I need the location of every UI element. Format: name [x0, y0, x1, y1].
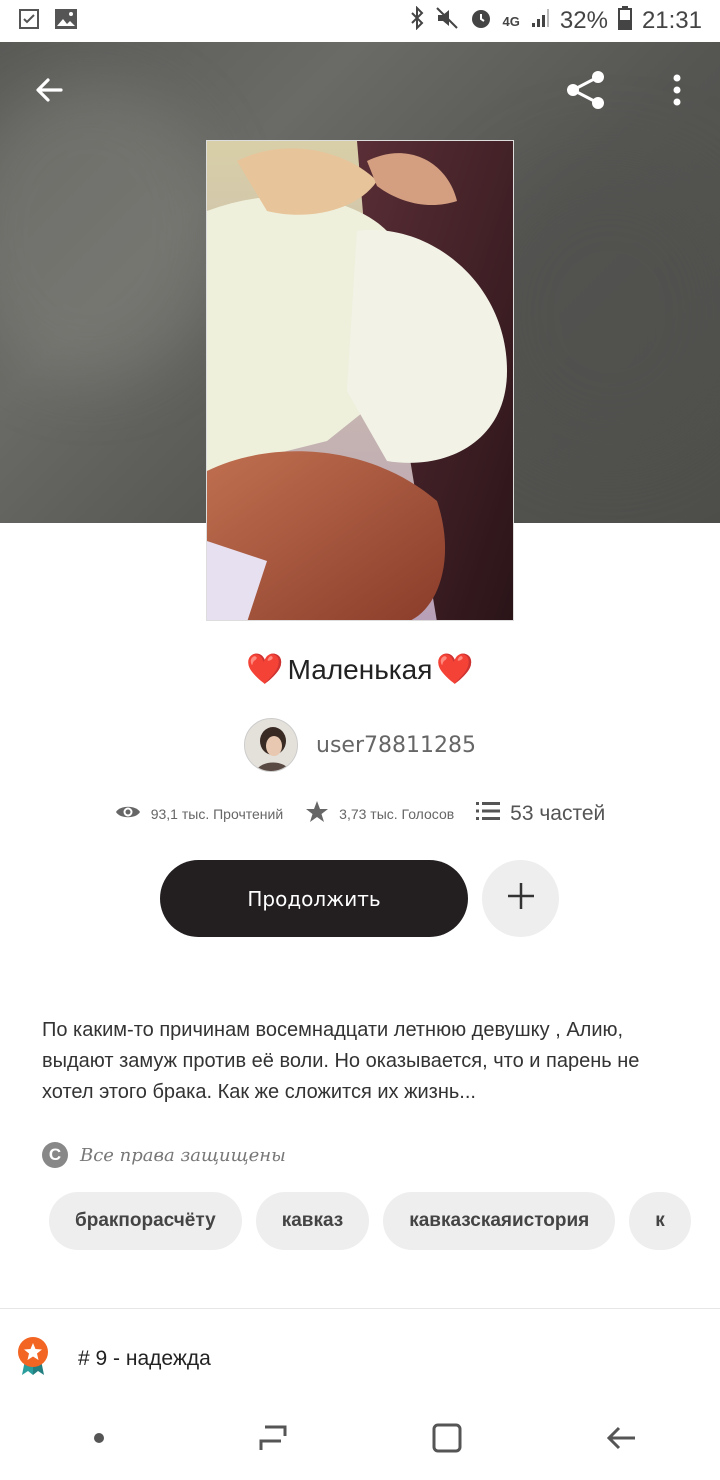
header-backdrop [0, 82, 220, 382]
image-icon [54, 8, 78, 35]
add-to-library-button[interactable] [482, 860, 559, 937]
signal-icon [530, 7, 550, 36]
recents-icon [257, 1422, 289, 1459]
home-button[interactable] [417, 1410, 477, 1470]
arrow-left-icon [33, 74, 65, 111]
author-name[interactable]: user78811285 [316, 733, 476, 758]
heart-emoji-left: ❤️ [246, 653, 284, 686]
list-icon [476, 801, 501, 827]
mute-icon [435, 6, 459, 37]
back-arrow-icon [605, 1422, 637, 1459]
system-back-button[interactable] [591, 1410, 651, 1470]
tag-chip[interactable]: кавказ [255, 1192, 370, 1250]
reads-count: 93,1 тыс. Прочтений [150, 805, 284, 822]
more-options-button[interactable] [655, 70, 699, 114]
author-avatar[interactable] [244, 718, 299, 772]
cover-photo [207, 141, 513, 620]
recent-apps-button[interactable] [243, 1410, 303, 1470]
checklist-icon [18, 8, 40, 35]
parts-stat: 53 частей [476, 801, 605, 827]
bluetooth-icon [409, 5, 425, 37]
section-divider [0, 1308, 720, 1309]
eye-icon [115, 803, 141, 824]
book-cover[interactable] [206, 140, 514, 621]
network-type: 4G [502, 13, 520, 29]
battery-icon [617, 5, 632, 37]
ranking-text: # 9 - надежда [78, 1346, 211, 1370]
status-left [18, 8, 78, 35]
tag-list: бракпорасчёту кавказ кавказскаяистория к [49, 1192, 691, 1250]
share-button[interactable] [564, 70, 608, 114]
story-title-text: Маленькая [287, 653, 433, 685]
dot-icon [93, 1431, 105, 1449]
star-icon [305, 800, 329, 827]
award-badge-icon [16, 1336, 50, 1381]
share-icon [564, 68, 608, 117]
story-title: ❤️ Маленькая ❤️ [0, 652, 720, 687]
plus-icon [506, 881, 536, 916]
parts-count: 53 частей [510, 801, 606, 825]
system-nav-bar [0, 1400, 720, 1480]
tag-chip[interactable]: к [629, 1192, 691, 1250]
tag-chip[interactable]: бракпорасчёту [49, 1192, 242, 1250]
heart-emoji-right: ❤️ [436, 653, 474, 686]
tag-chip[interactable]: кавказскаяистория [383, 1192, 616, 1250]
nav-dot-button[interactable] [69, 1410, 129, 1470]
story-description: По каким-то причинам восемнадцати летнюю… [42, 1019, 640, 1103]
back-button[interactable] [27, 70, 71, 114]
votes-count: 3,73 тыс. Голосов [339, 805, 455, 822]
status-right: 4G 32% 21:31 [409, 5, 702, 37]
author-row[interactable]: user78811285 [0, 718, 720, 772]
ranking-row[interactable]: # 9 - надежда [16, 1336, 211, 1381]
story-stats: 93,1 тыс. Прочтений 3,73 тыс. Голосов 53… [0, 800, 720, 827]
alarm-icon [469, 6, 493, 37]
copyright-row: C Все права защищены [42, 1142, 286, 1168]
status-bar: 4G 32% 21:31 [0, 0, 720, 42]
reads-stat: 93,1 тыс. Прочтений [115, 803, 283, 824]
copyright-icon: C [42, 1142, 68, 1168]
home-square-icon [431, 1422, 463, 1459]
battery-percent: 32% [559, 7, 608, 34]
more-vertical-icon [672, 74, 682, 111]
continue-reading-button[interactable]: Продолжить [160, 860, 468, 937]
votes-stat: 3,73 тыс. Голосов [305, 800, 454, 827]
clock: 21:31 [641, 7, 702, 34]
copyright-text: Все права защищены [80, 1144, 286, 1166]
